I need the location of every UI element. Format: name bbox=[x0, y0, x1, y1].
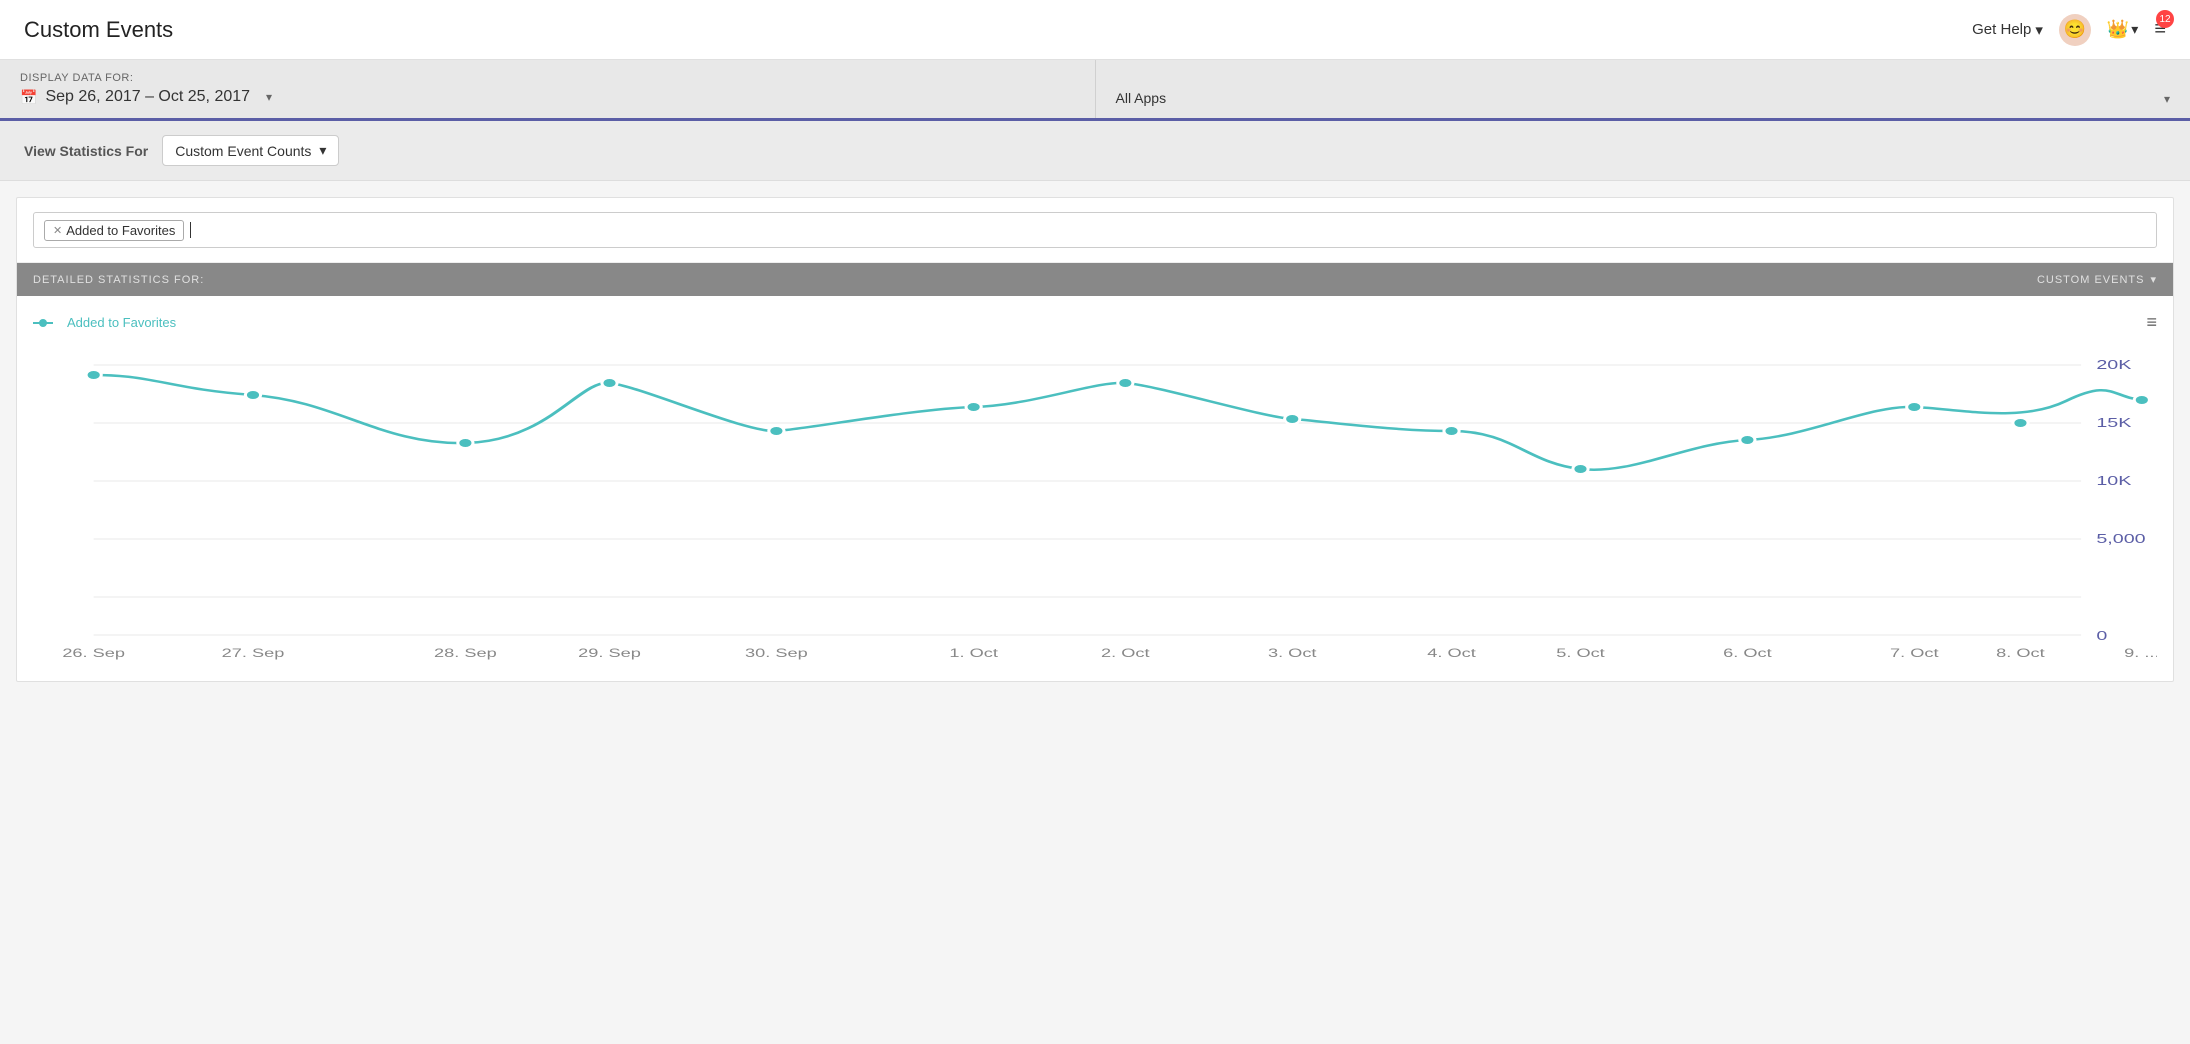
legend-item-favorites[interactable]: Added to Favorites bbox=[33, 315, 176, 330]
svg-text:20K: 20K bbox=[2096, 357, 2131, 372]
crown-area[interactable]: 👑 ▾ bbox=[2107, 19, 2138, 40]
page-title: Custom Events bbox=[24, 17, 173, 43]
custom-events-dropdown-arrow: ▾ bbox=[2150, 273, 2157, 286]
tag-input-row: ✕ Added to Favorites bbox=[17, 198, 2173, 263]
stats-dropdown-arrow: ▾ bbox=[319, 142, 326, 159]
filter-bar: DISPLAY DATA FOR: 📅 Sep 26, 2017 – Oct 2… bbox=[0, 60, 2190, 121]
app-filter-value: All Apps bbox=[1116, 90, 1167, 106]
header-right: Get Help ▾ 😊 👑 ▾ ≡ 12 bbox=[1972, 14, 2166, 46]
view-stats-bar: View Statistics For Custom Event Counts … bbox=[0, 121, 2190, 181]
view-stats-label: View Statistics For bbox=[24, 143, 148, 159]
chevron-down-icon: ▾ bbox=[2035, 21, 2043, 39]
legend-line-icon bbox=[33, 317, 61, 329]
svg-text:15K: 15K bbox=[2096, 415, 2131, 430]
line-chart: 20K 15K 10K 5,000 0 bbox=[33, 345, 2157, 665]
svg-text:5,000: 5,000 bbox=[2096, 531, 2145, 546]
stats-dropdown[interactable]: Custom Event Counts ▾ bbox=[162, 135, 339, 166]
get-help-label: Get Help bbox=[1972, 21, 2031, 38]
svg-text:9. ...: 9. ... bbox=[2124, 647, 2157, 660]
svg-text:3. Oct: 3. Oct bbox=[1268, 647, 1317, 660]
display-data-label: DISPLAY DATA FOR: bbox=[20, 72, 1075, 84]
calendar-icon: 📅 bbox=[20, 89, 37, 106]
avatar[interactable]: 😊 bbox=[2059, 14, 2091, 46]
detailed-stats-label: DETAILED STATISTICS FOR: bbox=[33, 274, 204, 286]
svg-text:1. Oct: 1. Oct bbox=[949, 647, 998, 660]
custom-events-dropdown[interactable]: CUSTOM EVENTS ▾ bbox=[2037, 273, 2157, 286]
tag-close-icon[interactable]: ✕ bbox=[53, 224, 62, 237]
svg-text:0: 0 bbox=[2096, 628, 2107, 643]
svg-text:26. Sep: 26. Sep bbox=[62, 647, 125, 660]
chevron-down-icon-crown: ▾ bbox=[2131, 21, 2138, 38]
app-header: Custom Events Get Help ▾ 😊 👑 ▾ ≡ 12 bbox=[0, 0, 2190, 60]
text-cursor bbox=[190, 222, 191, 238]
svg-text:8. Oct: 8. Oct bbox=[1996, 647, 2045, 660]
date-range-value[interactable]: 📅 Sep 26, 2017 – Oct 25, 2017 ▾ bbox=[20, 88, 1075, 106]
svg-text:4. Oct: 4. Oct bbox=[1427, 647, 1476, 660]
date-dropdown-arrow: ▾ bbox=[266, 90, 272, 104]
stats-table-header: DETAILED STATISTICS FOR: CUSTOM EVENTS ▾ bbox=[17, 263, 2173, 296]
tag-input-container[interactable]: ✕ Added to Favorites bbox=[33, 212, 2157, 248]
app-filter-section[interactable]: All Apps ▾ bbox=[1096, 60, 2190, 118]
svg-text:29. Sep: 29. Sep bbox=[578, 647, 641, 660]
tag-label: Added to Favorites bbox=[66, 223, 175, 238]
legend-label: Added to Favorites bbox=[67, 315, 176, 330]
menu-wrap[interactable]: ≡ 12 bbox=[2154, 18, 2166, 41]
date-filter-section: DISPLAY DATA FOR: 📅 Sep 26, 2017 – Oct 2… bbox=[0, 60, 1096, 118]
svg-text:6. Oct: 6. Oct bbox=[1723, 647, 1772, 660]
custom-events-label: CUSTOM EVENTS bbox=[2037, 274, 2145, 286]
get-help-button[interactable]: Get Help ▾ bbox=[1972, 21, 2043, 39]
chart-legend: Added to Favorites ≡ bbox=[33, 312, 2157, 333]
chart-menu-icon[interactable]: ≡ bbox=[2146, 312, 2157, 333]
date-range-text: Sep 26, 2017 – Oct 25, 2017 bbox=[45, 88, 250, 106]
crown-icon: 👑 bbox=[2107, 19, 2129, 40]
svg-text:10K: 10K bbox=[2096, 473, 2131, 488]
svg-text:30. Sep: 30. Sep bbox=[745, 647, 808, 660]
stats-selected-value: Custom Event Counts bbox=[175, 143, 311, 159]
main-content: ✕ Added to Favorites DETAILED STATISTICS… bbox=[16, 197, 2174, 682]
svg-text:27. Sep: 27. Sep bbox=[222, 647, 285, 660]
chart-area: Added to Favorites ≡ 20K 15K 10K 5,000 0 bbox=[17, 296, 2173, 681]
app-dropdown-arrow: ▾ bbox=[2164, 92, 2170, 106]
svg-text:7. Oct: 7. Oct bbox=[1890, 647, 1939, 660]
svg-text:2. Oct: 2. Oct bbox=[1101, 647, 1150, 660]
svg-text:28. Sep: 28. Sep bbox=[434, 647, 497, 660]
chart-wrapper: 20K 15K 10K 5,000 0 bbox=[33, 345, 2157, 665]
notification-badge: 12 bbox=[2156, 10, 2174, 28]
svg-text:5. Oct: 5. Oct bbox=[1556, 647, 1605, 660]
tag-item-favorites[interactable]: ✕ Added to Favorites bbox=[44, 220, 184, 241]
